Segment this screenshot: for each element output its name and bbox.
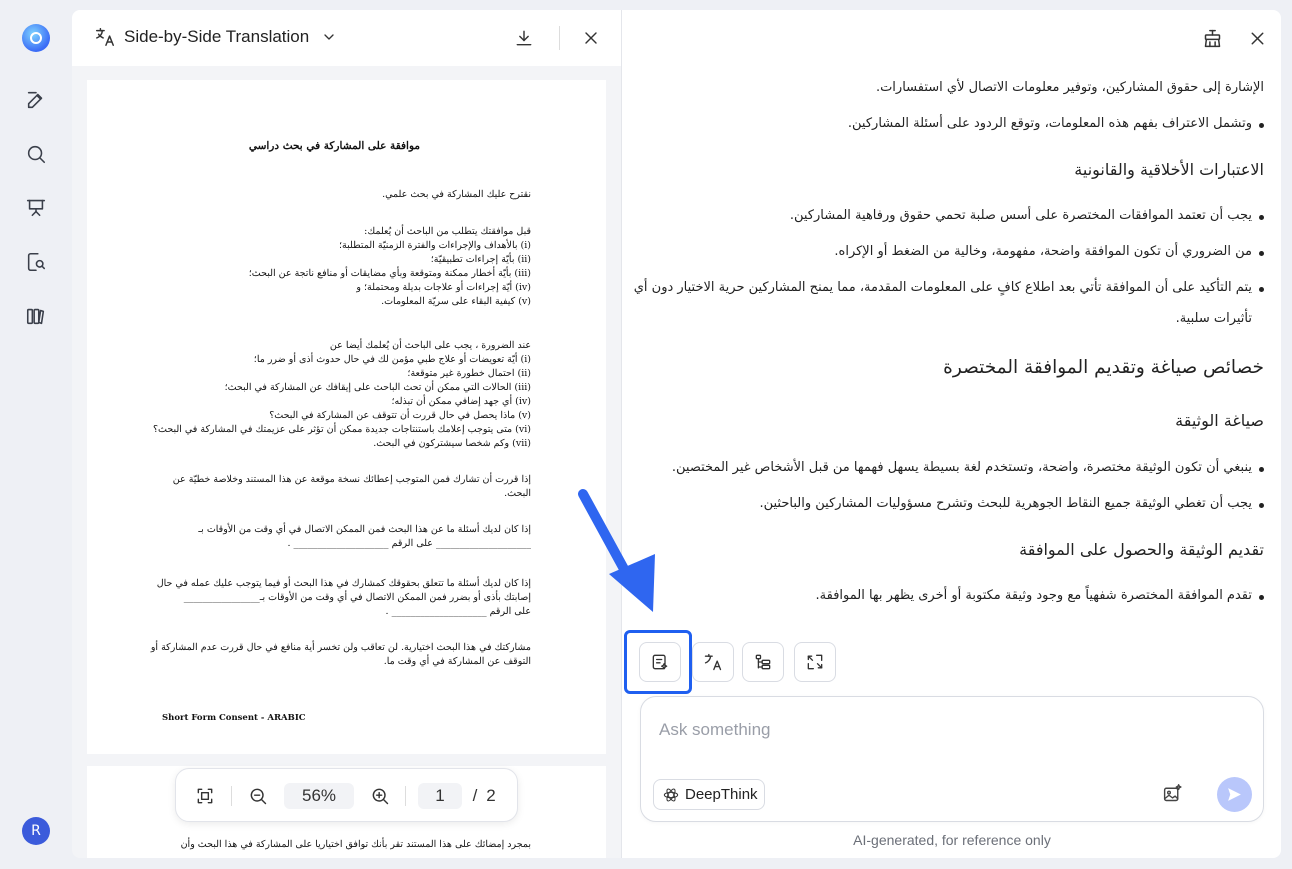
page-text: (ii) بأيّة إجراءات تطبيقيّة؛ bbox=[430, 254, 531, 265]
edit-icon[interactable] bbox=[24, 88, 48, 112]
page-separator: / bbox=[472, 786, 478, 805]
chevron-down-icon bbox=[324, 34, 334, 40]
page-text: (iii) بأيّة أخطار ممكنة ومتوقعة وبأي مضا… bbox=[248, 268, 531, 279]
page-footer: Short Form Consent - ARABIC bbox=[162, 713, 306, 723]
response-bullet: تقدم الموافقة المختصرة شفهياً مع وجود وث… bbox=[815, 588, 1265, 603]
zoom-level[interactable]: 56% bbox=[284, 783, 354, 809]
ask-input[interactable] bbox=[659, 717, 1239, 743]
page-number-input[interactable]: 1 bbox=[418, 783, 462, 809]
zoom-toolbar: 56% 1 / 2 bbox=[175, 768, 518, 822]
left-rail: R bbox=[0, 0, 72, 869]
page-text: نقترح عليك المشاركة في بحث علمي. bbox=[382, 189, 531, 200]
send-icon bbox=[1228, 788, 1241, 801]
chat-response: الإشارة إلى حقوق المشاركين، وتوفير معلوم… bbox=[622, 10, 1282, 630]
page-text: (vi) متى يتوجب إعلامك باستنتاجات جديدة م… bbox=[152, 424, 531, 435]
page-text: (iv) أي جهد إضافي ممكن أن تبذله؛ bbox=[391, 396, 531, 407]
zoom-level-value: 56% bbox=[301, 786, 337, 805]
zoom-in-icon bbox=[372, 788, 389, 805]
response-heading: الاعتبارات الأخلاقية والقانونية bbox=[1074, 160, 1264, 179]
translate-button[interactable] bbox=[692, 642, 734, 682]
outline-button[interactable] bbox=[742, 642, 784, 682]
total-pages: 2 bbox=[486, 786, 496, 805]
page-text: (vii) وكم شخصا سيشتركون في البحث. bbox=[373, 438, 531, 449]
page-text: (i) بالأهداف والإجراءات والفترة الزمنيّة… bbox=[339, 240, 531, 251]
response-subheading: صياغة الوثيقة bbox=[1175, 411, 1264, 430]
header-divider bbox=[559, 26, 560, 50]
document-page-1[interactable]: موافقة على المشاركة في بحث دراسي نقترح ع… bbox=[87, 80, 606, 754]
close-document-button[interactable] bbox=[579, 26, 603, 50]
avatar-initial: R bbox=[31, 823, 41, 839]
document-pane: Side-by-Side Translation موافقة على المش… bbox=[72, 10, 621, 858]
page-text: ____________________ على الرقم _________… bbox=[287, 538, 531, 549]
zoom-out-icon bbox=[250, 788, 267, 805]
document-search-icon[interactable] bbox=[24, 250, 48, 274]
document-title: Side-by-Side Translation bbox=[124, 27, 310, 46]
app-logo-icon[interactable] bbox=[22, 24, 50, 52]
chat-composer: DeepThink bbox=[640, 696, 1264, 822]
page-text: على الرقم ____________________ . bbox=[385, 606, 531, 617]
response-bullet: يجب أن تغطي الوثيقة جميع النقاط الجوهرية… bbox=[759, 496, 1264, 511]
page-text: بمجرد إمضائك على هذا المستند تقر بأنك تو… bbox=[180, 839, 531, 850]
page-text: (i) أيّة تعويضات أو علاج طبي مؤمن لك في … bbox=[253, 354, 531, 365]
page-text: (ii) احتمال خطورة غير متوقعة؛ bbox=[407, 368, 531, 379]
translation-mode-dropdown[interactable]: Side-by-Side Translation bbox=[94, 26, 337, 48]
response-heading: خصائص صياغة وتقديم الموافقة المختصرة bbox=[943, 357, 1264, 378]
zoom-out-button[interactable] bbox=[245, 783, 271, 809]
toolbar-divider bbox=[231, 786, 232, 806]
translate-icon bbox=[704, 653, 722, 671]
image-sparkle-icon bbox=[1163, 783, 1182, 801]
summarize-button[interactable] bbox=[639, 642, 681, 682]
page-text: إذا قررت أن تشارك فمن المتوجب إعطائك نسخ… bbox=[172, 474, 531, 485]
response-bullet: ينبغي أن تكون الوثيقة مختصرة، واضحة، وتس… bbox=[671, 460, 1265, 475]
current-page: 1 bbox=[435, 786, 445, 805]
page-text: إذا كان لديك أسئلة ما عن هذا البحث فمن ا… bbox=[198, 524, 531, 535]
chat-pane: الإشارة إلى حقوق المشاركين، وتوفير معلوم… bbox=[621, 10, 1281, 858]
library-icon[interactable] bbox=[24, 304, 48, 328]
summarize-icon bbox=[652, 654, 668, 670]
avatar[interactable]: R bbox=[22, 817, 50, 845]
fit-page-icon bbox=[197, 788, 213, 804]
send-button[interactable] bbox=[1217, 777, 1252, 812]
page-text: عند الضرورة ، يجب على الباحث أن يُعلمك أ… bbox=[329, 340, 531, 351]
rewrite-button[interactable] bbox=[794, 642, 836, 682]
fit-page-button[interactable] bbox=[192, 783, 218, 809]
search-icon[interactable] bbox=[24, 142, 48, 166]
page-text: (iii) الحالات التي ممكن أن تحث الباحث عل… bbox=[224, 382, 531, 393]
translate-icon bbox=[96, 28, 114, 46]
page-heading: موافقة على المشاركة في بحث دراسي bbox=[248, 140, 420, 152]
atom-icon bbox=[663, 788, 679, 801]
download-icon bbox=[516, 30, 532, 46]
response-bullet: من الضروري أن تكون الموافقة واضحة، مفهوم… bbox=[834, 244, 1264, 259]
download-button[interactable] bbox=[512, 26, 536, 50]
presentation-icon[interactable] bbox=[24, 195, 48, 219]
response-bullet: يتم التأكيد على أن الموافقة تأتي بعد اطل… bbox=[633, 280, 1265, 295]
page-text: التوقف عن المشاركة في أي وقت ما. bbox=[383, 656, 531, 667]
zoom-in-button[interactable] bbox=[367, 783, 393, 809]
ai-disclaimer: AI-generated, for reference only bbox=[853, 832, 1051, 848]
page-text: إذا كان لديك أسئلة ما تتعلق بحقوقك كمشار… bbox=[156, 578, 531, 589]
response-line: تأثيرات سلبية. bbox=[1175, 311, 1252, 326]
response-line: الإشارة إلى حقوق المشاركين، وتوفير معلوم… bbox=[875, 80, 1264, 95]
page-text: قبل موافقتك يتطلب من الباحث أن يُعلمك: bbox=[364, 226, 531, 237]
close-icon bbox=[585, 32, 597, 44]
page-text: مشاركتك في هذا البحث اختيارية. لن تعاقب … bbox=[150, 642, 531, 653]
rewrite-icon bbox=[807, 654, 823, 670]
page-text: إصابتك بأذى أو بضرر فمن الممكن الاتصال ف… bbox=[183, 592, 531, 603]
toolbar-divider bbox=[405, 786, 406, 806]
document-header: Side-by-Side Translation bbox=[72, 10, 621, 66]
page-text: (iv) أيّة إجراءات أو علاجات بديلة ومحتمل… bbox=[356, 282, 531, 293]
page-text: (v) كيفية البقاء على سريّة المعلومات. bbox=[381, 296, 531, 307]
response-subheading: تقديم الوثيقة والحصول على الموافقة bbox=[1019, 540, 1264, 559]
deepthink-button[interactable]: DeepThink bbox=[653, 779, 765, 810]
deepthink-label: DeepThink bbox=[685, 786, 758, 803]
image-upload-button[interactable] bbox=[1160, 781, 1184, 805]
page-text: البحث. bbox=[504, 488, 531, 499]
page-text: (v) ماذا يحصل في حال قررت أن تتوقف عن ال… bbox=[269, 410, 531, 421]
outline-icon bbox=[755, 654, 771, 670]
response-bullet: وتشمل الاعتراف بفهم هذه المعلومات، وتوقع… bbox=[847, 116, 1265, 131]
response-bullet: يجب أن تعتمد الموافقات المختصرة على أسس … bbox=[789, 208, 1265, 223]
